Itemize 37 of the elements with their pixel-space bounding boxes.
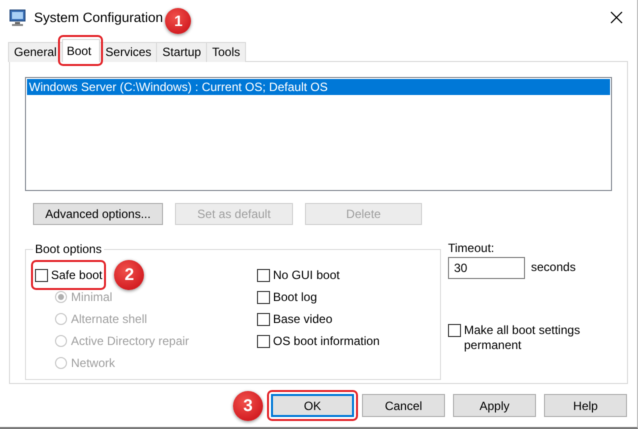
apply-button[interactable]: Apply xyxy=(453,394,536,417)
close-icon[interactable] xyxy=(610,10,623,24)
group-label: Boot options xyxy=(33,242,104,256)
tab[interactable]: General xyxy=(8,42,63,62)
timeout-label: Timeout: xyxy=(448,241,496,255)
tab[interactable]: Services xyxy=(99,42,158,62)
help-button[interactable]: Help xyxy=(544,394,627,417)
checkbox-label: No GUI boot xyxy=(273,268,340,282)
tab[interactable]: Startup xyxy=(156,42,208,62)
checkbox[interactable] xyxy=(448,324,461,337)
ok-button[interactable]: OK xyxy=(271,394,354,417)
app-icon xyxy=(8,8,27,26)
checkbox-label: OS boot information xyxy=(273,334,380,348)
list-item[interactable]: Windows Server (C:\Windows) : Current OS; Default OS xyxy=(27,79,610,95)
advanced-options-button[interactable]: Advanced options... xyxy=(33,203,163,225)
checkbox[interactable] xyxy=(257,268,270,282)
window-title: System Configuration xyxy=(34,10,164,24)
checkbox-label: Base video xyxy=(273,312,332,326)
radio-label: Active Directory repair xyxy=(71,334,190,348)
checkbox[interactable] xyxy=(257,334,270,348)
checkbox[interactable] xyxy=(257,312,270,326)
timeout-field[interactable]: 30 xyxy=(448,257,525,279)
tab[interactable]: Tools xyxy=(206,42,246,62)
radio-label: Network xyxy=(71,356,116,370)
checkbox-label: Boot log xyxy=(273,290,318,304)
cancel-button[interactable]: Cancel xyxy=(362,394,445,417)
radio-label: Alternate shell xyxy=(71,312,148,326)
checkbox[interactable] xyxy=(257,290,270,304)
callout-badge: 2 xyxy=(114,260,144,290)
callout-badge: 3 xyxy=(233,390,263,420)
checkbox[interactable] xyxy=(35,268,48,282)
tab[interactable]: Boot xyxy=(62,39,100,62)
checkbox-label: Safe boot xyxy=(51,268,102,282)
callout-badge: 1 xyxy=(165,8,192,34)
radio-label: Minimal xyxy=(71,290,112,304)
timeout-unit: seconds xyxy=(531,260,576,274)
checkbox-label: Make all boot settings permanent xyxy=(464,323,582,353)
